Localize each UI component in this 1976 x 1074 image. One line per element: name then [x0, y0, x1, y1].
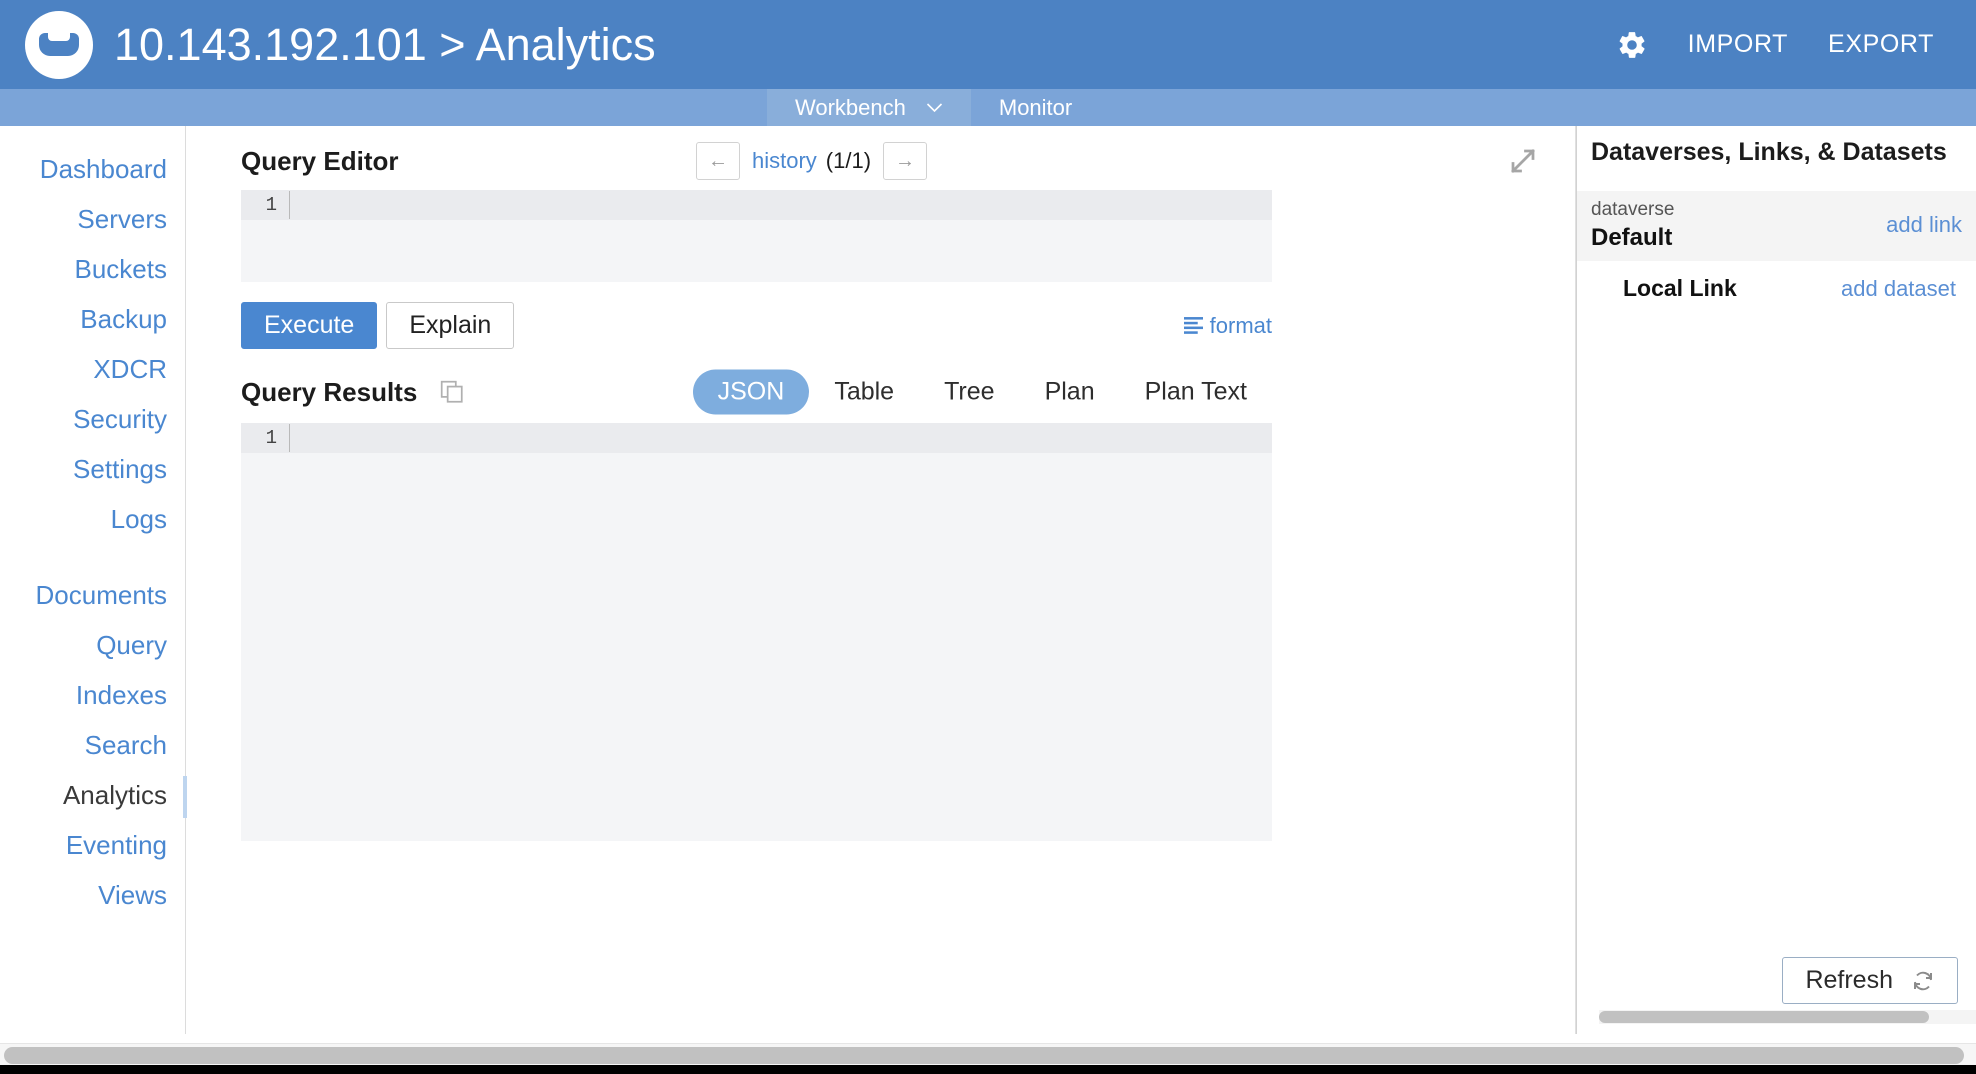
results-active-line: 1 — [241, 423, 1272, 453]
dataverse-name[interactable]: Default — [1591, 223, 1674, 253]
sub-navigation: Workbench Monitor — [0, 89, 1976, 126]
history-next-button[interactable]: → — [883, 142, 928, 180]
editor-active-line: 1 — [241, 190, 1272, 220]
dataverse-type-label: dataverse — [1591, 199, 1675, 220]
sidebar-item-backup[interactable]: Backup — [0, 294, 185, 344]
dataverse-names: dataverse Default — [1591, 197, 1674, 253]
bottom-bar — [0, 1065, 1976, 1074]
sidebar-item-eventing[interactable]: Eventing — [0, 820, 185, 870]
main-content: Query Editor ← history (1/1) → 1 Execute… — [187, 126, 1576, 1034]
add-link-button[interactable]: add link — [1886, 212, 1962, 238]
sidebar-item-query[interactable]: Query — [0, 620, 185, 670]
result-tab-plan[interactable]: Plan — [1020, 370, 1120, 415]
subnav-spacer — [0, 89, 767, 126]
result-tab-tree[interactable]: Tree — [919, 370, 1019, 415]
editor-line-number: 1 — [265, 194, 277, 216]
tab-workbench[interactable]: Workbench — [767, 89, 971, 126]
sidebar-group-cluster: Dashboard Servers Buckets Backup XDCR Se… — [0, 126, 191, 920]
gear-icon-svg — [1619, 31, 1645, 58]
logo-u-shape — [39, 32, 79, 56]
tab-monitor-label: Monitor — [998, 94, 1073, 120]
result-view-tabs: JSON Table Tree Plan Plan Text — [692, 369, 1272, 415]
history-prev-button[interactable]: ← — [696, 142, 740, 180]
sidebar-item-servers[interactable]: Servers — [0, 194, 185, 244]
query-results-title: Query Results — [241, 376, 418, 407]
refresh-label: Refresh — [1805, 966, 1893, 994]
sidebar-item-indexes[interactable]: Indexes — [0, 670, 185, 720]
refresh-button[interactable]: Refresh — [1782, 957, 1958, 1004]
sidebar-divider — [0, 544, 185, 570]
query-results-header: Query Results JSON Table Tree Plan Plan … — [241, 361, 1272, 423]
chevron-down-icon — [926, 102, 942, 112]
export-button[interactable]: EXPORT — [1828, 30, 1934, 59]
sidebar-item-views[interactable]: Views — [0, 870, 185, 920]
sidebar-item-dashboard[interactable]: Dashboard — [0, 144, 185, 194]
gear-icon[interactable] — [1616, 29, 1648, 61]
query-editor-header: Query Editor ← history (1/1) → — [241, 132, 1546, 190]
query-results-output[interactable]: 1 — [241, 423, 1272, 841]
logo-circle — [25, 10, 93, 79]
page-body: Dashboard Servers Buckets Backup XDCR Se… — [0, 126, 1976, 1074]
sidebar-item-documents[interactable]: Documents — [0, 570, 185, 620]
page-horizontal-scrollbar[interactable] — [0, 1043, 1976, 1065]
sidebar-item-security[interactable]: Security — [0, 394, 185, 444]
result-tab-json[interactable]: JSON — [692, 369, 810, 415]
header-actions: IMPORT EXPORT — [1616, 29, 1934, 61]
panel-scrollbar-thumb[interactable] — [1599, 1011, 1929, 1023]
query-editor-input[interactable]: 1 — [241, 190, 1272, 282]
add-dataset-button[interactable]: add dataset — [1841, 276, 1956, 302]
panel-horizontal-scrollbar[interactable] — [1599, 1010, 1976, 1024]
page-scrollbar-thumb[interactable] — [4, 1047, 1964, 1064]
expand-arrows-icon[interactable] — [1508, 146, 1538, 176]
copy-icon[interactable] — [439, 379, 465, 405]
results-line-number: 1 — [265, 427, 277, 449]
history-count: (1/1) — [825, 148, 872, 173]
tab-monitor[interactable]: Monitor — [971, 89, 1100, 126]
sidebar: Dashboard Servers Buckets Backup XDCR Se… — [0, 126, 191, 1034]
result-tab-plan-text[interactable]: Plan Text — [1120, 370, 1272, 415]
sidebar-item-logs[interactable]: Logs — [0, 494, 185, 544]
import-button[interactable]: IMPORT — [1688, 30, 1788, 59]
format-label: format — [1209, 312, 1272, 338]
link-row: Local Link add dataset — [1577, 261, 1976, 302]
dataverse-panel-title: Dataverses, Links, & Datasets — [1591, 138, 1947, 166]
tab-workbench-label: Workbench — [795, 94, 906, 120]
sidebar-item-search[interactable]: Search — [0, 720, 185, 770]
editor-caret — [289, 191, 290, 219]
sidebar-item-buckets[interactable]: Buckets — [0, 244, 185, 294]
format-button[interactable]: format — [1183, 312, 1272, 339]
dataverse-row: dataverse Default add link — [1577, 191, 1976, 261]
results-caret — [289, 424, 290, 452]
dataverse-panel: Dataverses, Links, & Datasets dataverse … — [1576, 126, 1976, 1034]
history-link[interactable]: history — [752, 148, 817, 174]
sidebar-item-xdcr[interactable]: XDCR — [0, 344, 185, 394]
query-editor-title: Query Editor — [241, 145, 399, 176]
page-title: 10.143.192.101 > Analytics — [114, 18, 656, 70]
sidebar-item-analytics[interactable]: Analytics — [0, 770, 191, 820]
sidebar-item-settings[interactable]: Settings — [0, 444, 185, 494]
explain-button[interactable]: Explain — [386, 302, 515, 349]
couchbase-logo[interactable] — [22, 8, 96, 82]
execute-button[interactable]: Execute — [241, 302, 378, 349]
history-controls: ← history (1/1) → — [696, 142, 928, 180]
align-lines-icon — [1183, 317, 1203, 334]
link-name[interactable]: Local Link — [1623, 275, 1737, 302]
refresh-icon — [1914, 971, 1932, 990]
editor-actions: Execute Explain format — [241, 302, 1272, 349]
main-inner: Query Editor ← history (1/1) → 1 Execute… — [187, 132, 1576, 1034]
app-header: 10.143.192.101 > Analytics IMPORT EXPORT — [0, 0, 1976, 89]
result-tab-table[interactable]: Table — [809, 370, 919, 415]
